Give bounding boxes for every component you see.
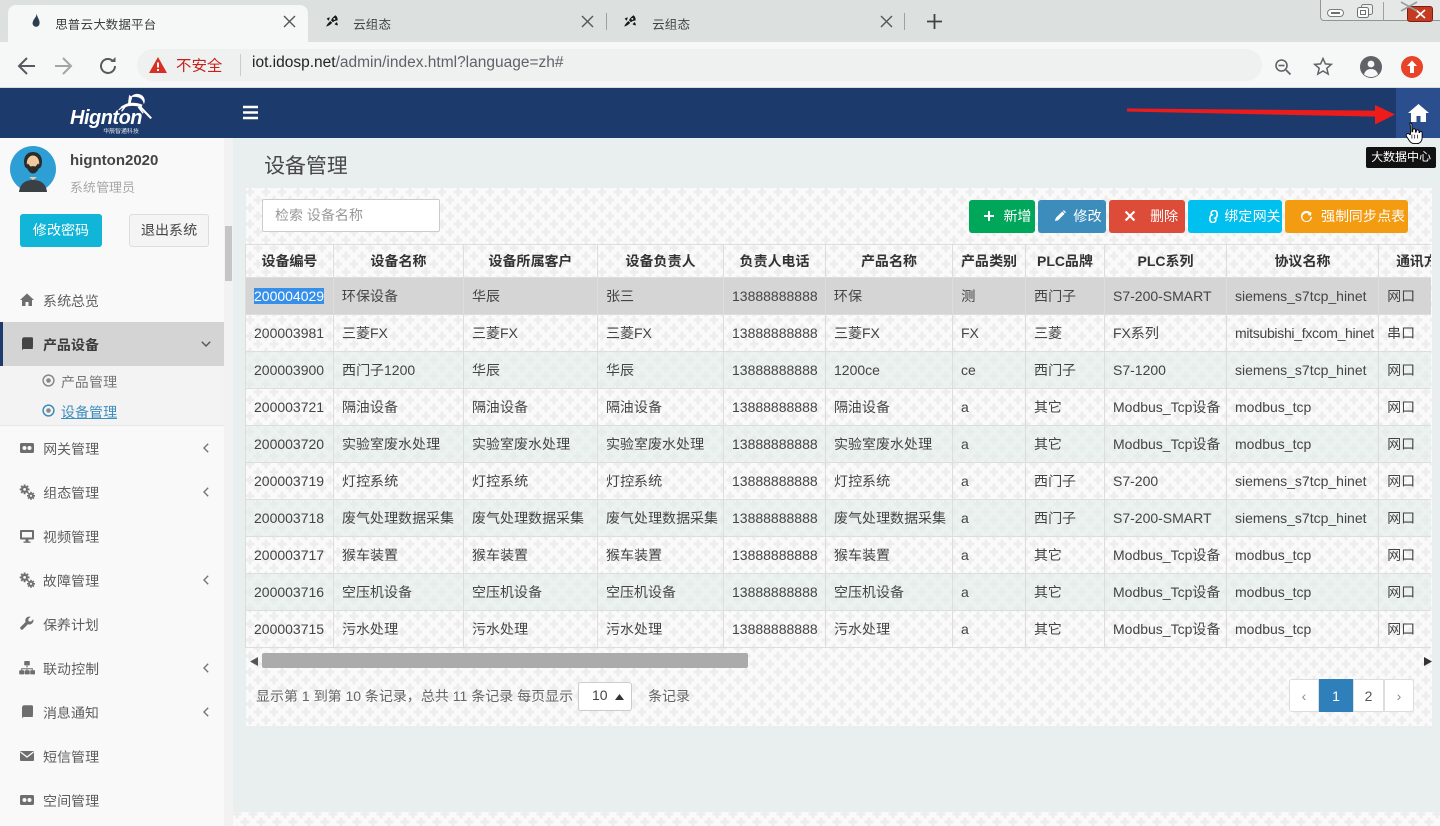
svg-text:华辰智通科技: 华辰智通科技: [103, 126, 139, 135]
